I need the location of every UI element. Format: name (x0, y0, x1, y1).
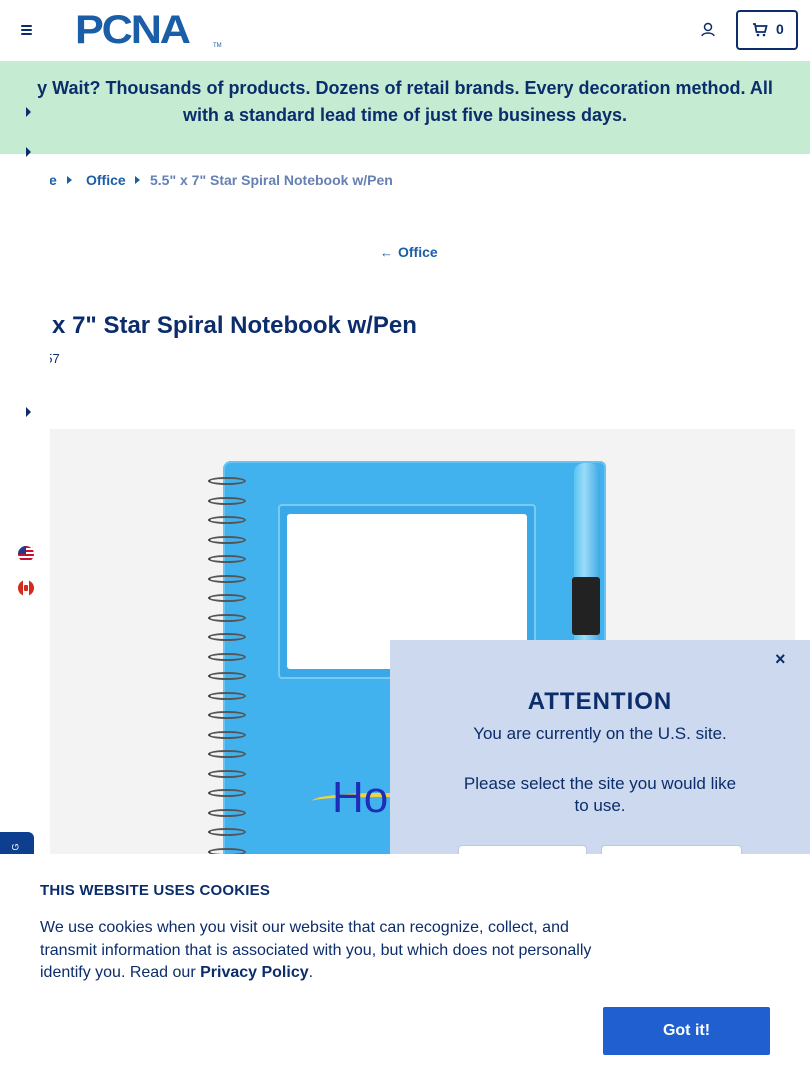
breadcrumb-separator-icon (67, 176, 72, 184)
cookie-text-end: . (308, 964, 314, 981)
imprint-logo: Ho (332, 773, 389, 822)
rail-expand-icon[interactable] (26, 107, 31, 117)
spiral-ring (208, 672, 246, 680)
close-icon[interactable]: × (775, 649, 786, 670)
promo-banner: y Wait? Thousands of products. Dozens of… (0, 61, 810, 154)
cookie-banner: THIS WEBSITE USES COOKIES We use cookies… (0, 854, 810, 1080)
got-it-button[interactable]: Got it! (603, 1007, 770, 1055)
breadcrumb-office[interactable]: Office (86, 172, 126, 188)
spiral-ring (208, 594, 246, 602)
pcna-logo[interactable]: PCNA TM (75, 10, 225, 52)
canada-flag-icon[interactable] (18, 580, 34, 596)
spiral-ring (208, 496, 246, 505)
banner-line-1: y Wait? Thousands of products. Dozens of… (37, 78, 773, 98)
cookie-message: We use cookies when you visit our websit… (40, 917, 610, 985)
spiral-ring (208, 477, 246, 485)
rail-expand-icon[interactable] (26, 147, 31, 157)
pen-band (572, 577, 600, 635)
attention-current-site: You are currently on the U.S. site. (473, 724, 727, 743)
logo-trademark: TM (213, 43, 222, 49)
back-to-office-link[interactable]: ← Office (380, 244, 438, 260)
spiral-ring (208, 808, 246, 817)
menu-icon[interactable] (17, 20, 39, 40)
spiral-ring (208, 535, 246, 544)
site-header: PCNA TM 0 (0, 0, 810, 61)
rail-expand-icon[interactable] (26, 407, 31, 417)
breadcrumb-current: 5.5" x 7" Star Spiral Notebook w/Pen (150, 172, 393, 188)
spiral-ring (208, 555, 246, 563)
attention-select-prompt: Please select the site you would like to… (463, 774, 737, 815)
banner-line-2: with a standard lead time of just five b… (182, 105, 628, 125)
breadcrumb-separator-icon (135, 176, 140, 184)
breadcrumb-home[interactable]: e (49, 172, 57, 188)
page: PCNA TM 0 y Wait? Thousands of products.… (0, 0, 810, 1080)
spiral-ring (208, 691, 246, 700)
cookie-text: We use cookies when you visit our websit… (40, 919, 592, 981)
logo-text: PCNA (75, 8, 191, 52)
account-icon[interactable] (698, 20, 718, 40)
attention-title: ATTENTION (527, 688, 673, 715)
cart-icon (753, 23, 768, 37)
spiral-ring (208, 613, 246, 622)
spiral-ring (208, 750, 246, 758)
product-title: " x 7" Star Spiral Notebook w/Pen (34, 312, 417, 339)
spiral-ring (208, 789, 246, 797)
spiral-ring (208, 574, 246, 583)
spiral-ring (208, 828, 246, 836)
privacy-policy-link[interactable]: Privacy Policy (200, 964, 309, 981)
back-link-label: Office (398, 244, 438, 260)
cookie-title: THIS WEBSITE USES COOKIES (40, 882, 271, 899)
cart-count: 0 (776, 21, 784, 37)
spiral-ring (208, 652, 246, 661)
spiral-ring (208, 769, 246, 778)
spiral-ring (208, 633, 246, 641)
arrow-left-icon: ← (380, 245, 393, 260)
cart-button[interactable]: 0 (736, 10, 798, 50)
spiral-ring (208, 730, 246, 739)
spiral-ring (208, 516, 246, 524)
spiral-ring (208, 711, 246, 719)
us-flag-icon[interactable] (18, 546, 34, 562)
